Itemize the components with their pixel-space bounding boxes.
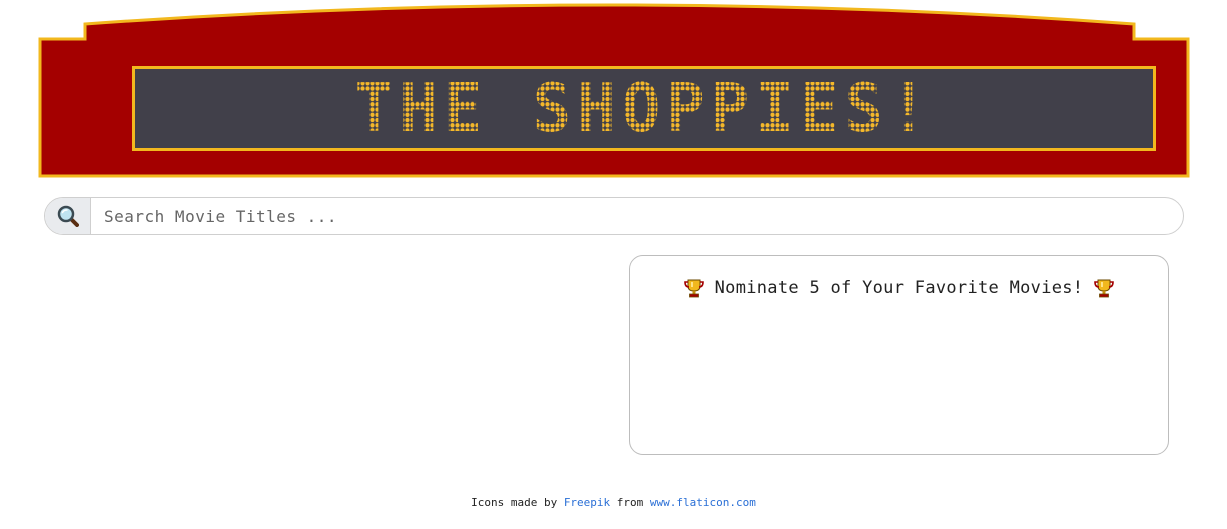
magnifying-glass-icon: [57, 205, 79, 227]
nominations-heading: Nominate 5 of Your Favorite Movies!: [630, 277, 1168, 299]
attribution-prefix: Icons made by: [471, 496, 558, 509]
site-title: THE SHOPPIES!: [354, 69, 934, 148]
trophy-icon: [1094, 279, 1115, 298]
search-input[interactable]: [91, 198, 1183, 234]
marquee-sign: THE SHOPPIES!: [132, 66, 1156, 151]
flaticon-link[interactable]: www.flaticon.com: [650, 496, 756, 509]
attribution-middle: from: [616, 496, 644, 509]
nominations-heading-text: Nominate 5 of Your Favorite Movies!: [714, 278, 1084, 298]
nominations-panel: Nominate 5 of Your Favorite Movies!: [629, 255, 1169, 455]
freepik-link[interactable]: Freepik: [564, 496, 610, 509]
attribution-footer: Icons made by Freepik from www.flaticon.…: [0, 496, 1227, 509]
search-button[interactable]: [45, 198, 91, 234]
search-bar: [44, 197, 1184, 235]
theater-marquee-header: THE SHOPPIES!: [38, 0, 1190, 178]
trophy-icon: [683, 279, 704, 298]
